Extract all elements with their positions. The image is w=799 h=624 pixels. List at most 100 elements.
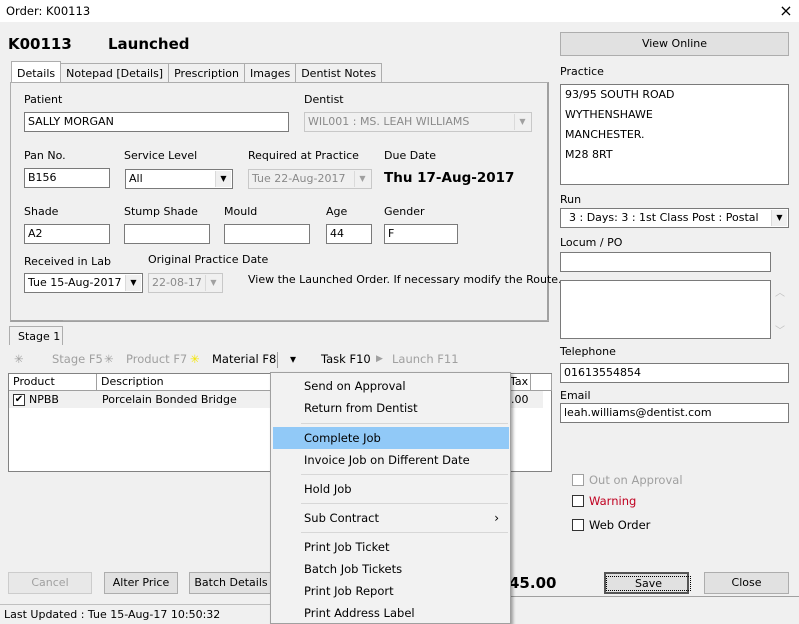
- telephone-input[interactable]: 01613554854: [560, 363, 789, 383]
- warning-label: Warning: [589, 493, 637, 508]
- shade-label: Shade: [24, 205, 59, 218]
- dentist-label: Dentist: [304, 93, 344, 106]
- received-in-lab-label: Received in Lab: [24, 255, 111, 268]
- row-tax: .00: [511, 393, 529, 406]
- footer-divider: [510, 596, 799, 597]
- chevron-right-icon: ›: [494, 511, 499, 525]
- close-button[interactable]: Close: [704, 572, 789, 594]
- due-date-label: Due Date: [384, 149, 436, 162]
- required-at-practice-value: Tue 22-Aug-2017: [252, 172, 346, 185]
- original-practice-date-label: Original Practice Date: [148, 253, 269, 266]
- original-practice-date-select[interactable]: 22-08-17 ▼: [148, 273, 223, 293]
- hint-text: View the Launched Order. If necessary mo…: [248, 273, 562, 286]
- menu-item-send-on-approval[interactable]: Send on Approval: [273, 375, 509, 397]
- menu-separator: [301, 423, 508, 424]
- order-number: K00113: [8, 35, 72, 53]
- stump-shade-input[interactable]: [124, 224, 210, 244]
- tab-details[interactable]: Details: [11, 61, 62, 83]
- warning-checkbox[interactable]: Warning: [572, 493, 636, 508]
- run-label: Run: [560, 193, 582, 206]
- run-select[interactable]: 3 : Days: 3 : 1st Class Post : Postal ▼: [560, 208, 789, 228]
- practice-address[interactable]: 93/95 SOUTH ROAD WYTHENSHAWE MANCHESTER.…: [560, 84, 789, 185]
- received-in-lab-select[interactable]: Tue 15-Aug-2017 ▼: [24, 273, 143, 293]
- window-title: Order: K00113: [6, 4, 91, 18]
- shade-input[interactable]: A2: [24, 224, 110, 244]
- locum-po-input[interactable]: [560, 252, 771, 272]
- column-header-tax[interactable]: Tax: [509, 374, 531, 391]
- practice-label: Practice: [560, 65, 604, 78]
- web-order-checkbox[interactable]: Web Order: [572, 517, 650, 532]
- menu-separator: [301, 474, 508, 475]
- sub-contract-label: Sub Contract: [304, 511, 380, 525]
- stump-shade-label: Stump Shade: [124, 205, 198, 218]
- task-button[interactable]: Task F10: [321, 352, 371, 366]
- close-icon[interactable]: ×: [776, 1, 796, 20]
- menu-item-print-job-ticket[interactable]: Print Job Ticket: [273, 536, 509, 558]
- save-button[interactable]: Save: [604, 572, 692, 594]
- column-header-description[interactable]: Description: [97, 374, 277, 391]
- gender-input[interactable]: F: [384, 224, 458, 244]
- order-status: Launched: [108, 35, 190, 53]
- row-checkbox[interactable]: ✔: [13, 393, 25, 406]
- dropdown-arrow-icon[interactable]: ▾: [290, 352, 296, 366]
- pan-no-label: Pan No.: [24, 149, 66, 162]
- service-level-select[interactable]: All ▼: [125, 169, 233, 189]
- tab-images[interactable]: Images: [244, 63, 297, 83]
- asterisk-yellow-icon: ✳: [190, 352, 200, 366]
- out-on-approval-checkbox[interactable]: Out on Approval: [572, 472, 683, 487]
- title-bar: Order: K00113 ×: [0, 0, 799, 22]
- email-input[interactable]: leah.williams@dentist.com: [560, 403, 789, 423]
- menu-item-sub-contract[interactable]: Sub Contract ›: [273, 507, 509, 529]
- practice-address-line: 93/95 SOUTH ROAD: [565, 88, 675, 101]
- material-button[interactable]: Material F8: [212, 352, 276, 366]
- menu-item-print-address-label[interactable]: Print Address Label: [273, 602, 509, 624]
- mould-input[interactable]: [224, 224, 310, 244]
- required-at-practice-select[interactable]: Tue 22-Aug-2017 ▼: [248, 169, 372, 189]
- cancel-button[interactable]: Cancel: [8, 572, 92, 594]
- out-on-approval-label: Out on Approval: [589, 472, 683, 487]
- received-in-lab-value: Tue 15-Aug-2017: [28, 276, 122, 289]
- menu-item-invoice-job-different-date[interactable]: Invoice Job on Different Date: [273, 449, 509, 471]
- launch-button[interactable]: Launch F11: [392, 352, 459, 366]
- chevron-down-icon: ▼: [354, 171, 370, 187]
- menu-item-print-job-report[interactable]: Print Job Report: [273, 580, 509, 602]
- tab-stage-1[interactable]: Stage 1: [9, 326, 63, 345]
- due-date-value: Thu 17-Aug-2017: [384, 170, 515, 186]
- product-button[interactable]: Product F7: [126, 352, 187, 366]
- patient-input[interactable]: SALLY MORGAN: [24, 112, 289, 132]
- run-value: 3 : Days: 3 : 1st Class Post : Postal: [569, 211, 759, 224]
- scroll-down-icon[interactable]: ﹀: [775, 322, 785, 337]
- notes-textarea[interactable]: [560, 280, 771, 339]
- dentist-select[interactable]: WIL001 : MS. LEAH WILLIAMS ▼: [304, 112, 532, 132]
- column-header-product[interactable]: Product: [9, 374, 97, 391]
- menu-separator: [301, 532, 508, 533]
- tab-prescription[interactable]: Prescription: [168, 63, 246, 83]
- check-icon: ✔: [13, 394, 25, 406]
- view-online-button[interactable]: View Online: [560, 32, 789, 56]
- tab-notepad[interactable]: Notepad [Details]: [60, 63, 170, 83]
- scroll-up-icon[interactable]: ︿: [775, 284, 785, 299]
- age-input[interactable]: 44: [326, 224, 372, 244]
- email-label: Email: [560, 389, 591, 402]
- alter-price-button[interactable]: Alter Price: [104, 572, 178, 594]
- stage-button[interactable]: Stage F5: [52, 352, 103, 366]
- stage-tab-divider: [63, 320, 549, 321]
- practice-address-line: WYTHENSHAWE: [565, 108, 653, 121]
- chevron-down-icon: ▼: [125, 275, 141, 291]
- menu-separator: [301, 503, 508, 504]
- service-level-value: All: [129, 172, 143, 185]
- menu-item-complete-job[interactable]: Complete Job: [273, 427, 509, 449]
- save-label: Save: [606, 576, 692, 591]
- menu-item-return-from-dentist[interactable]: Return from Dentist: [273, 397, 509, 419]
- tab-dentist-notes[interactable]: Dentist Notes: [295, 63, 383, 83]
- pan-no-input[interactable]: B156: [24, 168, 110, 188]
- chevron-down-icon: ▼: [205, 275, 221, 291]
- menu-item-hold-job[interactable]: Hold Job: [273, 478, 509, 500]
- service-level-label: Service Level: [124, 149, 198, 162]
- play-icon: ▶: [376, 354, 383, 364]
- mould-label: Mould: [224, 205, 258, 218]
- batch-details-button[interactable]: Batch Details: [189, 572, 273, 594]
- asterisk-icon: ✳: [14, 352, 24, 366]
- menu-item-batch-job-tickets[interactable]: Batch Job Tickets: [273, 558, 509, 580]
- original-practice-date-value: 22-08-17: [152, 276, 202, 289]
